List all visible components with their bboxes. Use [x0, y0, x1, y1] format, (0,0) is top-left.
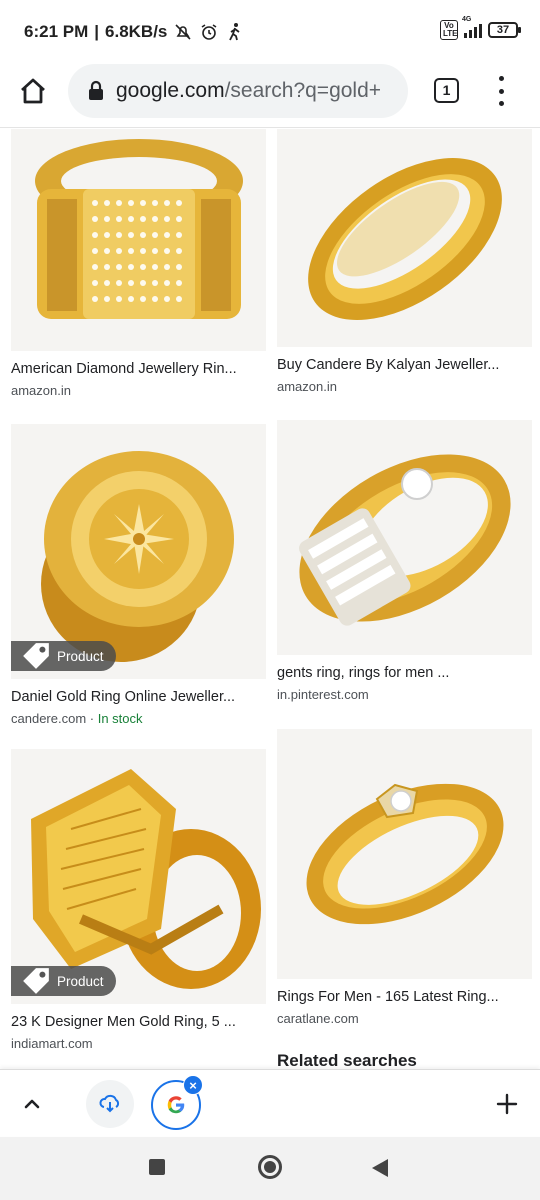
battery-icon: 37 [488, 22, 521, 38]
result-card[interactable]: Product Daniel Gold Ring Online Jeweller… [11, 424, 266, 726]
result-source-domain: candere.com [11, 711, 87, 726]
result-title[interactable]: 23 K Designer Men Gold Ring, 5 ... [11, 1014, 266, 1030]
product-badge: Product [11, 966, 116, 996]
source-separator: · [86, 711, 98, 726]
url-path: /search?q=gold+ [224, 79, 382, 102]
result-card[interactable]: gents ring, rings for men ... in.pintere… [277, 420, 532, 702]
product-badge: Product [11, 641, 116, 671]
status-speed: 6.8KB/s [105, 22, 168, 41]
result-title[interactable]: gents ring, rings for men ... [277, 665, 532, 681]
bottom-toolbar: × [0, 1069, 540, 1136]
result-source: amazon.in [277, 379, 337, 394]
result-title[interactable]: American Diamond Jewellery Rin... [11, 361, 266, 377]
result-image-ring-diamond[interactable] [11, 129, 266, 351]
address-bar[interactable]: google.com/search?q=gold+ [68, 64, 408, 118]
walking-icon [225, 22, 245, 42]
result-image-ring-flower[interactable]: Product [11, 424, 266, 679]
result-card[interactable]: Rings For Men - 165 Latest Ring... carat… [277, 729, 532, 1026]
overflow-menu-icon[interactable] [494, 76, 508, 106]
status-bar: 6:21 PM | 6.8KB/s Vo LTE 4G 37 [0, 0, 540, 62]
ring-image [277, 129, 532, 347]
network-type: 4G [462, 16, 472, 23]
result-source: amazon.in [11, 383, 71, 398]
result-image-ring-designer[interactable]: Product [11, 749, 266, 1004]
result-source: in.pinterest.com [277, 687, 369, 702]
product-badge-label: Product [57, 973, 104, 989]
result-image-ring-band[interactable] [277, 129, 532, 347]
result-title[interactable]: Daniel Gold Ring Online Jeweller... [11, 689, 266, 705]
status-right: Vo LTE 4G 37 [440, 16, 521, 40]
tag-icon [23, 643, 49, 669]
url-text: google.com/search?q=gold+ [116, 79, 406, 103]
browser-toolbar: google.com/search?q=gold+ 1 [0, 62, 540, 128]
result-title[interactable]: Buy Candere By Kalyan Jeweller... [277, 357, 532, 373]
image-results: American Diamond Jewellery Rin... amazon… [0, 129, 540, 1069]
lock-icon [86, 80, 106, 102]
result-card[interactable]: American Diamond Jewellery Rin... amazon… [11, 129, 266, 398]
download-button[interactable] [86, 1080, 134, 1128]
signal-icon: 4G [462, 16, 482, 38]
status-time: 6:21 PM [24, 22, 89, 41]
in-stock-label: In stock [97, 711, 143, 726]
result-title[interactable]: Rings For Men - 165 Latest Ring... [277, 989, 532, 1005]
url-domain: google.com [116, 79, 225, 102]
result-card[interactable]: Product 23 K Designer Men Gold Ring, 5 .… [11, 749, 266, 1051]
result-card[interactable]: Buy Candere By Kalyan Jeweller... amazon… [277, 129, 532, 394]
status-left: 6:21 PM | 6.8KB/s [24, 22, 245, 42]
related-searches-heading: Related searches [277, 1051, 417, 1069]
result-image-ring-gents[interactable] [277, 420, 532, 655]
back-icon[interactable] [372, 1159, 388, 1177]
product-badge-label: Product [57, 648, 104, 664]
ring-image [277, 420, 532, 655]
tab-switcher-icon[interactable]: 1 [434, 78, 459, 103]
close-icon[interactable]: × [183, 1075, 203, 1095]
result-source: indiamart.com [11, 1036, 93, 1051]
home-nav-icon[interactable] [258, 1155, 282, 1179]
status-separator: | [94, 22, 100, 41]
google-logo [167, 1096, 185, 1114]
mute-alarm-icon [173, 22, 193, 42]
result-image-ring-caratlane[interactable] [277, 729, 532, 979]
volte-indicator: Vo LTE [440, 20, 458, 40]
alarm-icon [199, 22, 219, 42]
tag-icon [23, 968, 49, 994]
result-source: caratlane.com [277, 1011, 359, 1026]
ring-image [277, 729, 532, 979]
system-nav-bar [0, 1137, 540, 1200]
home-icon[interactable] [18, 76, 48, 106]
plus-icon[interactable] [494, 1091, 520, 1117]
recents-icon[interactable] [149, 1159, 165, 1175]
download-icon [99, 1094, 120, 1113]
result-source: candere.com · In stock [11, 711, 266, 726]
ring-image [11, 129, 266, 351]
chevron-up-icon[interactable] [18, 1090, 46, 1118]
